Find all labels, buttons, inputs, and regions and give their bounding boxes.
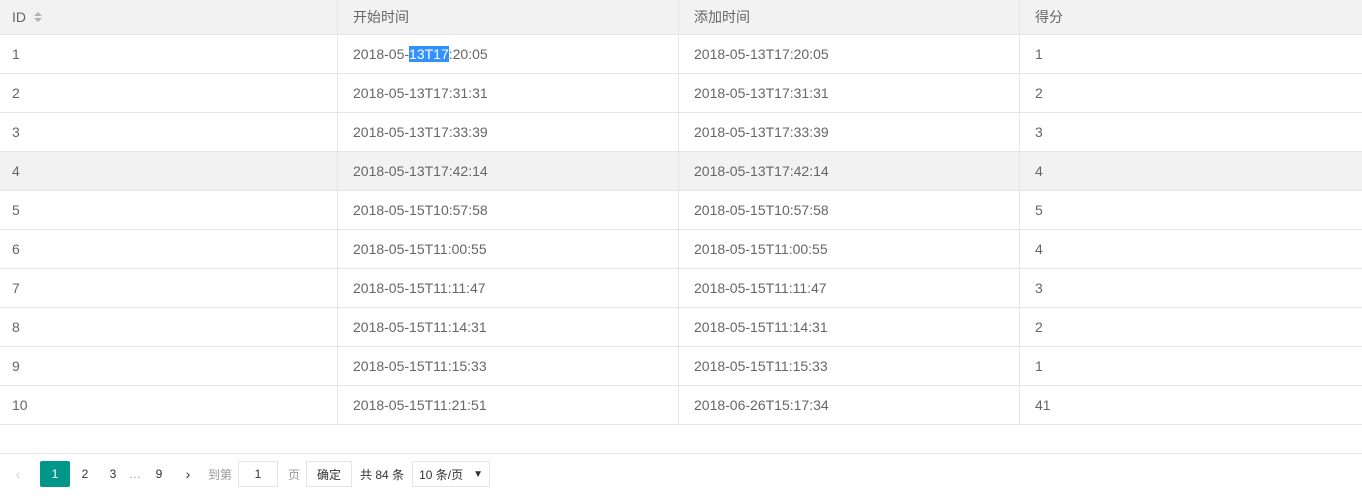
per-page-select[interactable]: 10 条/页 ▼ — [412, 461, 491, 487]
data-table: ID 开始时间 添加时间 得分 1 2018-05- 13T17:20:05 20… — [0, 0, 1362, 425]
table-row[interactable]: 5 2018-05-15T10:57:58 2018-05-15T10:57:5… — [0, 191, 1362, 230]
header-start-time: 开始时间 — [338, 0, 679, 34]
cell-start-time: 2018-05-13T17:33:39 — [338, 113, 679, 151]
cell-start-time: 2018-05-15T11:00:55 — [338, 230, 679, 268]
page-button-last[interactable]: 9 — [144, 461, 174, 487]
cell-score: 1 — [1035, 358, 1043, 374]
cell-score: 2 — [1035, 319, 1043, 335]
table-row[interactable]: 6 2018-05-15T11:00:55 2018-05-15T11:00:5… — [0, 230, 1362, 269]
page-unit-label: 页 — [288, 467, 301, 482]
cell-score: 5 — [1035, 202, 1043, 218]
table-footer-spacer — [0, 425, 1362, 454]
header-start-time-label: 开始时间 — [353, 9, 409, 25]
cell-id: 8 — [0, 308, 338, 346]
cell-added-time: 2018-05-13T17:20:05 — [679, 35, 1020, 73]
cell-id: 5 — [0, 191, 338, 229]
cell-score: 4 — [1035, 163, 1043, 179]
cell-start-time: 2018-05-13T17:31:31 — [338, 74, 679, 112]
prev-page-icon[interactable]: ‹ — [4, 461, 32, 487]
cell-id: 9 — [0, 347, 338, 385]
table-row[interactable]: 1 2018-05- 13T17:20:05 2018-05-13T17:20:0… — [0, 35, 1362, 74]
page-button-1[interactable]: 1 — [40, 461, 70, 487]
header-score: 得分 — [1020, 0, 1362, 34]
cell-added-time: 2018-05-15T11:14:31 — [679, 308, 1020, 346]
cell-start-time: 2018-05-15T11:21:51 — [338, 386, 679, 424]
page-button-3[interactable]: 3 — [100, 461, 126, 487]
header-id-label: ID — [12, 9, 26, 25]
goto-page-input[interactable] — [238, 461, 279, 487]
sort-icon[interactable] — [34, 12, 42, 22]
cell-added-time: 2018-06-26T15:17:34 — [679, 386, 1020, 424]
table-row[interactable]: 9 2018-05-15T11:15:33 2018-05-15T11:15:3… — [0, 347, 1362, 386]
cell-score: 41 — [1035, 397, 1051, 413]
chevron-down-icon: ▼ — [473, 468, 484, 480]
total-count: 共 84 条 — [360, 467, 405, 482]
cell-start-time: 2018-05-15T10:57:58 — [338, 191, 679, 229]
start-time-prefix: 2018-05- — [353, 46, 410, 62]
table-row[interactable]: 2 2018-05-13T17:31:31 2018-05-13T17:31:3… — [0, 74, 1362, 113]
next-page-icon[interactable]: › — [174, 461, 202, 487]
selected-text: 13T17 — [409, 46, 449, 62]
cell-id: 3 — [0, 113, 338, 151]
cell-added-time: 2018-05-15T10:57:58 — [679, 191, 1020, 229]
table-row[interactable]: 7 2018-05-15T11:11:47 2018-05-15T11:11:4… — [0, 269, 1362, 308]
table-row[interactable]: 8 2018-05-15T11:14:31 2018-05-15T11:14:3… — [0, 308, 1362, 347]
cell-score: 2 — [1035, 85, 1043, 101]
goto-label: 到第 — [208, 467, 233, 482]
cell-added-time: 2018-05-13T17:42:14 — [679, 152, 1020, 190]
per-page-value: 10 条/页 — [419, 467, 464, 482]
cell-id: 1 — [0, 35, 338, 73]
table-row[interactable]: 3 2018-05-13T17:33:39 2018-05-13T17:33:3… — [0, 113, 1362, 152]
cell-id: 10 — [0, 386, 338, 424]
header-id[interactable]: ID — [0, 0, 338, 34]
page-ellipsis: … — [129, 467, 141, 481]
pagination: ‹ 1 2 3 … 9 › 到第 页 确定 共 84 条 10 条/页 ▼ — [0, 454, 1362, 494]
cell-start-time: 2018-05- 13T17:20:05 — [338, 35, 679, 73]
cell-id: 7 — [0, 269, 338, 307]
header-score-label: 得分 — [1035, 9, 1063, 25]
start-time-suffix: :20:05 — [448, 46, 488, 62]
cell-id: 2 — [0, 74, 338, 112]
cell-score: 3 — [1035, 280, 1043, 296]
cell-start-time: 2018-05-15T11:14:31 — [338, 308, 679, 346]
cell-start-time: 2018-05-15T11:11:47 — [338, 269, 679, 307]
cell-score: 4 — [1035, 241, 1043, 257]
cell-start-time: 2018-05-15T11:15:33 — [338, 347, 679, 385]
cell-id: 6 — [0, 230, 338, 268]
confirm-button[interactable]: 确定 — [306, 461, 353, 487]
cell-added-time: 2018-05-15T11:15:33 — [679, 347, 1020, 385]
cell-score: 3 — [1035, 124, 1043, 140]
cell-added-time: 2018-05-15T11:00:55 — [679, 230, 1020, 268]
header-added-time-label: 添加时间 — [694, 9, 750, 25]
cell-added-time: 2018-05-13T17:33:39 — [679, 113, 1020, 151]
cell-id: 4 — [0, 152, 338, 190]
cell-start-time: 2018-05-13T17:42:14 — [338, 152, 679, 190]
cell-score: 1 — [1035, 46, 1043, 62]
header-added-time: 添加时间 — [679, 0, 1020, 34]
table-header-row: ID 开始时间 添加时间 得分 — [0, 0, 1362, 35]
table-row[interactable]: 10 2018-05-15T11:21:51 2018-06-26T15:17:… — [0, 386, 1362, 425]
cell-added-time: 2018-05-13T17:31:31 — [679, 74, 1020, 112]
page-button-2[interactable]: 2 — [70, 461, 100, 487]
table-row-hovered[interactable]: 4 2018-05-13T17:42:14 2018-05-13T17:42:1… — [0, 152, 1362, 191]
cell-added-time: 2018-05-15T11:11:47 — [679, 269, 1020, 307]
